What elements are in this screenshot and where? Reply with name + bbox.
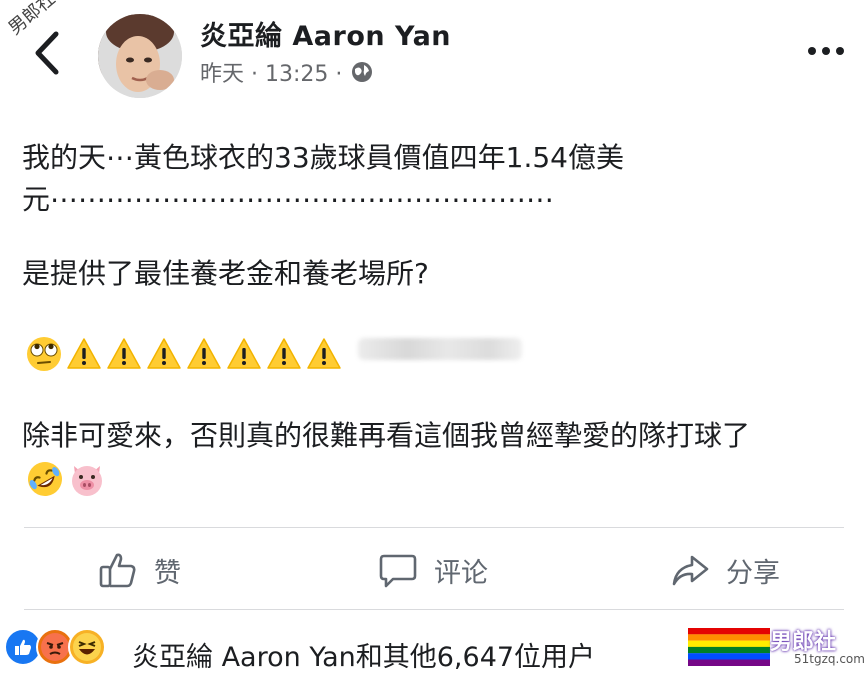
comment-button[interactable]: 评论 [378,540,488,600]
haha-reaction-icon [68,628,106,666]
more-options-button[interactable] [806,36,846,66]
divider-bottom [24,609,844,610]
rolling-on-the-floor-laughing-icon [28,462,62,496]
share-button[interactable]: 分享 [670,540,780,600]
like-button[interactable]: 赞 [98,540,181,600]
author-avatar[interactable] [98,14,182,98]
warning-icon [67,338,101,369]
share-label: 分享 [726,557,780,589]
comment-label: 评论 [434,557,488,589]
emoji-row-warnings [26,336,342,372]
author-name[interactable]: 炎亞綸 Aaron Yan [200,14,451,53]
blurred-mention [358,338,522,360]
post-text-line-2: 元⋯⋯⋯⋯⋯⋯⋯⋯⋯⋯⋯⋯⋯⋯⋯⋯⋯⋯ [22,183,555,216]
warning-icon [187,338,221,369]
thumbs-up-icon [99,553,136,588]
post-text-line-1: 我的天⋯黃色球衣的33歲球員價值四年1.54億美 [22,141,624,174]
back-button[interactable] [28,28,68,78]
reaction-summary[interactable]: 炎亞綸 Aaron Yan和其他6,647位用户 [132,635,595,674]
post-timestamp[interactable]: 昨天 · 13:25 · [200,56,342,88]
warning-icon [267,338,301,369]
comment-bubble-icon [379,554,417,588]
rainbow-flag-icon [688,628,770,666]
post-meta: 昨天 · 13:25 · [200,56,374,88]
chevron-left-icon [35,31,59,75]
globe-icon [352,62,373,82]
face-with-rolling-eyes-icon [27,337,61,371]
warning-icon [307,338,341,369]
warning-icon [147,338,181,369]
emoji-row-reactions [26,460,106,498]
like-label: 赞 [154,557,181,589]
pig-face-icon [72,466,102,496]
post-text-line-4: 除非可愛來，否則真的很難再看這個我曾經摯愛的隊打球了 [22,419,751,452]
share-arrow-icon [672,555,709,586]
warning-icon [107,338,141,369]
avatar-portrait-icon [98,14,182,98]
warning-icon [227,338,261,369]
watermark-site: 51tgzq.com [794,652,865,666]
divider-top [24,527,844,528]
reaction-icons[interactable] [4,628,106,666]
post-text-line-3: 是提供了最佳養老金和養老場所? [22,257,429,290]
more-dots-icon [808,47,844,55]
